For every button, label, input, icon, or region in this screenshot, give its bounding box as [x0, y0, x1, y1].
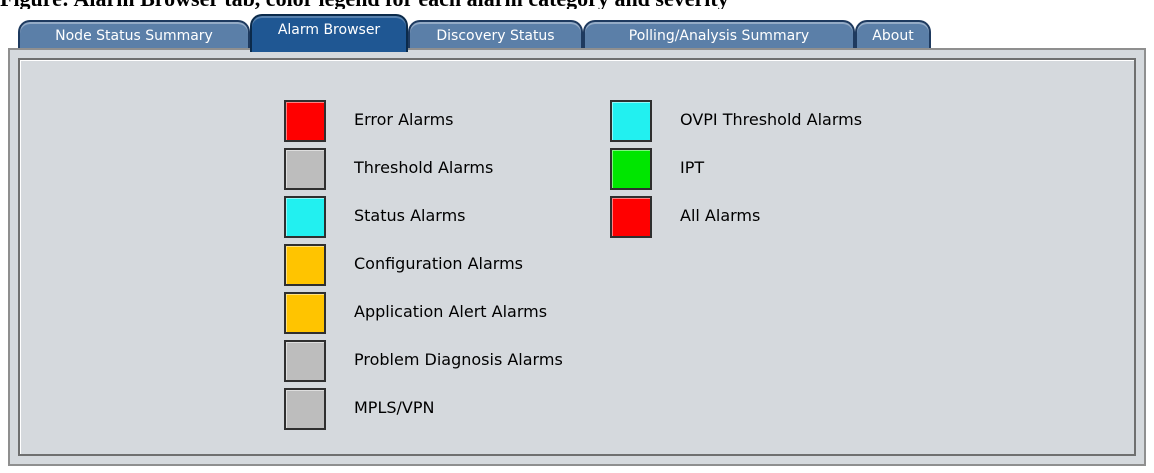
configuration-alarms-color-swatch[interactable]: [284, 244, 326, 286]
status-alarms-color-swatch[interactable]: [284, 196, 326, 238]
status-alarms-label: Status Alarms: [354, 206, 466, 225]
mpls-vpn-color-swatch[interactable]: [284, 388, 326, 430]
mpls-vpn-label: MPLS/VPN: [354, 398, 435, 417]
application-alert-alarms-color-swatch[interactable]: [284, 292, 326, 334]
error-alarms-color-swatch[interactable]: [284, 100, 326, 142]
alarm-legend-row[interactable]: IPT: [610, 148, 940, 196]
ipt-label: IPT: [680, 158, 705, 177]
alarm-legend-row[interactable]: Threshold Alarms: [284, 148, 614, 196]
alarm-legend-row[interactable]: Application Alert Alarms: [284, 292, 614, 340]
tab-polling-analysis-summary[interactable]: Polling/Analysis Summary: [583, 20, 855, 50]
ovpi-threshold-alarms-color-swatch[interactable]: [610, 100, 652, 142]
tab-node-status-summary[interactable]: Node Status Summary: [18, 20, 250, 50]
problem-diagnosis-alarms-label: Problem Diagnosis Alarms: [354, 350, 563, 369]
problem-diagnosis-alarms-color-swatch[interactable]: [284, 340, 326, 382]
tab-alarm-browser[interactable]: Alarm Browser: [250, 14, 408, 52]
alarm-legend-row[interactable]: Problem Diagnosis Alarms: [284, 340, 614, 388]
left-alarm-column: Error Alarms Threshold Alarms Status Ala…: [284, 100, 614, 436]
alarm-browser-panel: Error Alarms Threshold Alarms Status Ala…: [8, 48, 1146, 466]
right-alarm-column: OVPI Threshold Alarms IPT All Alarms: [610, 100, 940, 244]
alarm-legend-row[interactable]: OVPI Threshold Alarms: [610, 100, 940, 148]
threshold-alarms-color-swatch[interactable]: [284, 148, 326, 190]
ovpi-threshold-alarms-label: OVPI Threshold Alarms: [680, 110, 863, 129]
configuration-alarms-label: Configuration Alarms: [354, 254, 524, 273]
alarm-categories-frame: Error Alarms Threshold Alarms Status Ala…: [18, 58, 1136, 456]
alarm-browser-window: Figure: Alarm Browser tab, color legend …: [0, 0, 1154, 473]
all-alarms-color-swatch[interactable]: [610, 196, 652, 238]
alarm-legend-row[interactable]: All Alarms: [610, 196, 940, 244]
all-alarms-label: All Alarms: [680, 206, 761, 225]
cropped-figure-heading: Figure: Alarm Browser tab, color legend …: [0, 0, 1154, 9]
tab-discovery-status[interactable]: Discovery Status: [408, 20, 583, 50]
tab-about[interactable]: About: [855, 20, 931, 50]
error-alarms-label: Error Alarms: [354, 110, 454, 129]
alarm-legend-row[interactable]: Error Alarms: [284, 100, 614, 148]
application-alert-alarms-label: Application Alert Alarms: [354, 302, 548, 321]
ipt-color-swatch[interactable]: [610, 148, 652, 190]
threshold-alarms-label: Threshold Alarms: [354, 158, 494, 177]
alarm-legend-row[interactable]: MPLS/VPN: [284, 388, 614, 436]
alarm-legend-row[interactable]: Status Alarms: [284, 196, 614, 244]
alarm-legend-row[interactable]: Configuration Alarms: [284, 244, 614, 292]
